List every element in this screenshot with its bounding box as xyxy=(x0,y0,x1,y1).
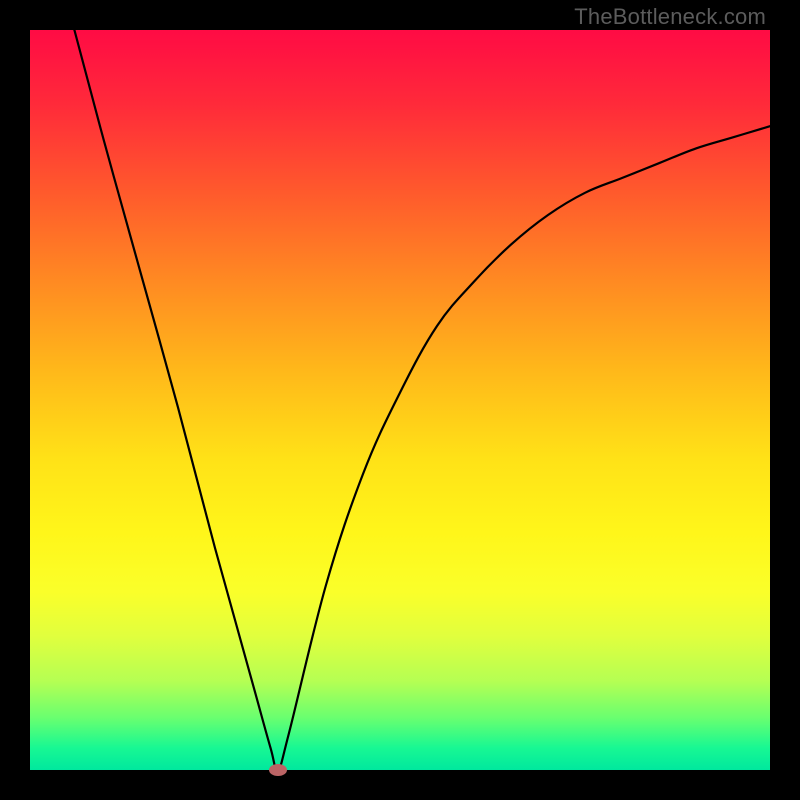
optimum-marker xyxy=(269,764,287,776)
watermark-text: TheBottleneck.com xyxy=(574,4,766,30)
chart-plot-area xyxy=(30,30,770,770)
curve-path xyxy=(74,30,770,770)
bottleneck-curve xyxy=(30,30,770,770)
